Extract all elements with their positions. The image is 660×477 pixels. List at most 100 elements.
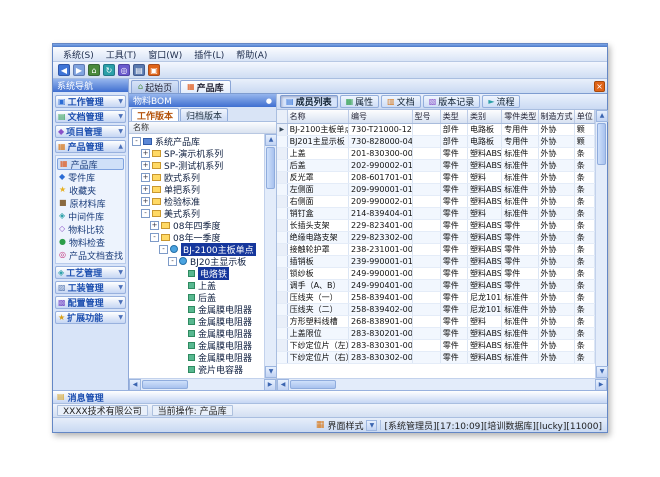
table-row[interactable]: BJ201主显示板730-828000-04E部件电路板专用件外协颗 bbox=[277, 136, 595, 148]
sidebar-item-物料比较[interactable]: ◇物料比较 bbox=[57, 223, 124, 235]
scroll-down-button[interactable]: ▼ bbox=[265, 366, 277, 378]
sidebar-group-工装管理[interactable]: ▨工装管理▼ bbox=[55, 281, 126, 294]
tree-node[interactable]: -美式系列 bbox=[129, 207, 264, 219]
detail-tab-流程[interactable]: ►流程 bbox=[482, 95, 520, 108]
scrollbar-thumb[interactable] bbox=[266, 147, 275, 189]
sidebar-group-工艺管理[interactable]: ◈工艺管理▼ bbox=[55, 266, 126, 279]
bom-tree-vertical-scrollbar[interactable]: ▲ ▼ bbox=[264, 134, 276, 378]
sidebar-item-中间件库[interactable]: ◈中间件库 bbox=[57, 210, 124, 222]
column-header-编号[interactable]: 编号 bbox=[349, 110, 413, 124]
exit-icon[interactable]: ▣ bbox=[148, 64, 160, 76]
search-icon[interactable]: ◎ bbox=[118, 64, 130, 76]
tree-node[interactable]: 金属膜电阻器 bbox=[129, 351, 264, 363]
table-row[interactable]: 绝缘电路支架229-823302-00E零件塑料ABS零件外协条 bbox=[277, 232, 595, 244]
sidebar-item-产品库[interactable]: ▦产品库 bbox=[57, 158, 124, 170]
expand-toggle[interactable]: + bbox=[141, 185, 150, 194]
tree-node[interactable]: -系统产品库 bbox=[129, 135, 264, 147]
tree-node[interactable]: +08年四季度 bbox=[129, 219, 264, 231]
table-row[interactable]: 压线夹（一）258-839401-00E零件尼龙1010标准件外协条 bbox=[277, 292, 595, 304]
detail-tab-成员列表[interactable]: ▤成员列表 bbox=[280, 95, 338, 108]
tree-node[interactable]: 上盖 bbox=[129, 279, 264, 291]
refresh-icon[interactable]: ↻ bbox=[103, 64, 115, 76]
collapse-toggle[interactable]: - bbox=[141, 209, 150, 218]
tree-node[interactable]: 瓷片电容器 bbox=[129, 363, 264, 375]
tree-node[interactable]: -08年一季度 bbox=[129, 231, 264, 243]
table-row[interactable]: 锁纱板249-990001-00E零件塑料ABS零件外协条 bbox=[277, 268, 595, 280]
table-row[interactable]: 销钉盒214-839404-01E零件塑料标准件外协条 bbox=[277, 208, 595, 220]
tree-node[interactable]: +SP-演示机系列 bbox=[129, 147, 264, 159]
tree-node[interactable]: 金属膜电阻器 bbox=[129, 303, 264, 315]
tree-column-header[interactable]: 名称 bbox=[129, 122, 276, 134]
table-row[interactable]: 接触轮护罩238-231001-00E零件塑料ABS零件外协条 bbox=[277, 244, 595, 256]
collapse-toggle[interactable]: - bbox=[150, 233, 159, 242]
expand-toggle[interactable]: + bbox=[141, 149, 150, 158]
sidebar-item-收藏夹[interactable]: ★收藏夹 bbox=[57, 184, 124, 196]
sidebar-item-原材料库[interactable]: ■原材料库 bbox=[57, 197, 124, 209]
column-header-名称[interactable]: 名称 bbox=[287, 110, 348, 124]
menu-item[interactable]: 帮助(A) bbox=[230, 48, 273, 61]
scroll-up-button[interactable]: ▲ bbox=[265, 134, 277, 146]
sidebar-group-工作管理[interactable]: ▣工作管理▼ bbox=[55, 95, 126, 108]
sidebar-group-扩展功能[interactable]: ★扩展功能▼ bbox=[55, 311, 126, 324]
table-row[interactable]: 反光罩208-601701-01E零件塑料标准件外协条 bbox=[277, 172, 595, 184]
tab-起始页[interactable]: ⌂起始页 bbox=[131, 80, 179, 93]
menu-item[interactable]: 窗口(W) bbox=[142, 48, 188, 61]
table-row[interactable]: 下纱定位片（左）283-830301-00E零件塑料ABS标准件外协条 bbox=[277, 340, 595, 352]
sidebar-item-物料检查[interactable]: ●物料检查 bbox=[57, 236, 124, 248]
expand-toggle[interactable]: + bbox=[150, 221, 159, 230]
sidebar-item-产品文档查找[interactable]: ◎产品文档查找 bbox=[57, 249, 124, 261]
tree-node[interactable]: 后盖 bbox=[129, 291, 264, 303]
bom-tab-归档版本[interactable]: 归档版本 bbox=[180, 108, 228, 121]
column-header-零件类型[interactable]: 零件类型 bbox=[502, 110, 538, 124]
close-tab-button[interactable]: × bbox=[594, 81, 605, 92]
tree-node[interactable]: 金属膜电阻器 bbox=[129, 315, 264, 327]
menu-item[interactable]: 系统(S) bbox=[57, 48, 100, 61]
print-icon[interactable]: ▤ bbox=[133, 64, 145, 76]
scroll-up-button[interactable]: ▲ bbox=[596, 110, 608, 122]
column-header-型号[interactable]: 型号 bbox=[412, 110, 440, 124]
sidebar-group-项目管理[interactable]: ◆项目管理▼ bbox=[55, 125, 126, 138]
expand-toggle[interactable]: + bbox=[141, 197, 150, 206]
bom-tab-工作版本[interactable]: 工作版本 bbox=[131, 108, 179, 121]
scrollbar-thumb[interactable] bbox=[597, 123, 606, 165]
sidebar-item-零件库[interactable]: ◆零件库 bbox=[57, 171, 124, 183]
expand-toggle[interactable]: + bbox=[141, 173, 150, 182]
pin-icon[interactable]: ● bbox=[266, 97, 272, 105]
back-icon[interactable]: ◀ bbox=[58, 64, 70, 76]
menu-item[interactable]: 插件(L) bbox=[188, 48, 230, 61]
tab-产品库[interactable]: ▦产品库 bbox=[180, 80, 231, 93]
bom-tree-horizontal-scrollbar[interactable]: ◀ ▶ bbox=[129, 378, 276, 390]
collapse-toggle[interactable]: - bbox=[132, 137, 141, 146]
tree-node[interactable]: -BJ20主显示板 bbox=[129, 255, 264, 267]
scroll-down-button[interactable]: ▼ bbox=[596, 366, 608, 378]
grid-horizontal-scrollbar[interactable]: ◀ ▶ bbox=[277, 378, 607, 390]
tree-node[interactable]: +单把系列 bbox=[129, 183, 264, 195]
table-row[interactable]: 后盖202-990002-01E零件塑料ABS标准件外协条 bbox=[277, 160, 595, 172]
forward-icon[interactable]: ▶ bbox=[73, 64, 85, 76]
column-header-单位[interactable]: 单位 bbox=[574, 110, 594, 124]
sidebar-group-配置管理[interactable]: ▩配置管理▼ bbox=[55, 296, 126, 309]
scrollbar-thumb[interactable] bbox=[290, 380, 336, 389]
detail-tab-文档[interactable]: ▥文档 bbox=[381, 95, 421, 108]
tree-node[interactable]: +SP-测试机系列 bbox=[129, 159, 264, 171]
scrollbar-thumb[interactable] bbox=[142, 380, 188, 389]
table-row[interactable]: 下纱定位片（右）283-830302-00E零件塑料ABS标准件外协条 bbox=[277, 352, 595, 364]
tree-node[interactable]: 电烙铁 bbox=[129, 267, 264, 279]
table-row[interactable]: 方形塑料线槽268-838901-00E零件塑料标准件外协条 bbox=[277, 316, 595, 328]
column-header-制造方式[interactable]: 制造方式 bbox=[538, 110, 574, 124]
table-row[interactable]: 上盖201-830300-00E零件塑料ABS标准件外协条 bbox=[277, 148, 595, 160]
collapse-toggle[interactable]: - bbox=[159, 245, 168, 254]
table-row[interactable]: ▶BJ-2100主板单点730-T21000-12E部件电路板专用件外协颗 bbox=[277, 124, 595, 136]
expand-toggle[interactable]: + bbox=[141, 161, 150, 170]
table-row[interactable]: 上盖限位283-830201-00E零件塑料ABS标准件外协条 bbox=[277, 328, 595, 340]
table-row[interactable]: 长插头支架229-823401-00E零件塑料ABS零件外协条 bbox=[277, 220, 595, 232]
home-icon[interactable]: ⌂ bbox=[88, 64, 100, 76]
detail-tab-版本记录[interactable]: ▧版本记录 bbox=[423, 95, 481, 108]
tree-node[interactable]: +欧式系列 bbox=[129, 171, 264, 183]
ui-style-dropdown-button[interactable]: ▼ bbox=[366, 420, 377, 431]
grid-vertical-scrollbar[interactable]: ▲ ▼ bbox=[595, 110, 607, 378]
tree-node[interactable]: +检验标准 bbox=[129, 195, 264, 207]
menu-item[interactable]: 工具(T) bbox=[100, 48, 143, 61]
column-header-类别[interactable]: 类别 bbox=[467, 110, 501, 124]
tree-node[interactable]: 金属膜电阻器 bbox=[129, 327, 264, 339]
